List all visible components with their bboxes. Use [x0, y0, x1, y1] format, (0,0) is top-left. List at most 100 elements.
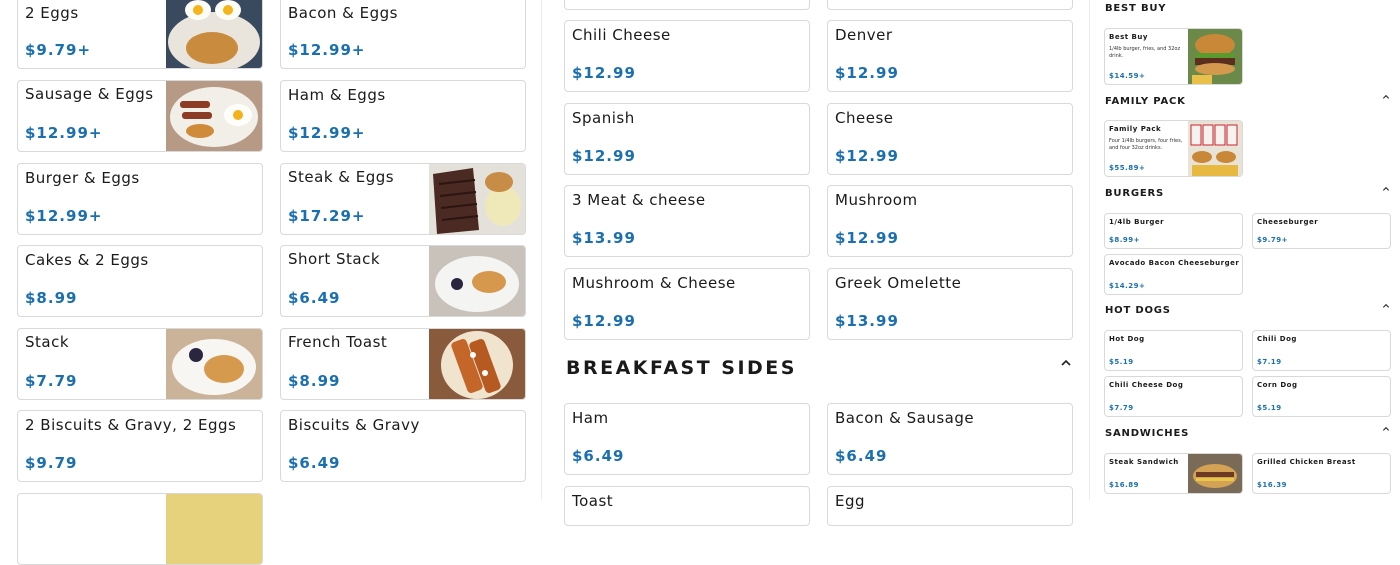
item-name: Steak & Eggs: [288, 168, 395, 186]
item-price: $12.99: [835, 64, 899, 82]
menu-item-card[interactable]: Egg: [827, 486, 1073, 526]
item-photo: [429, 246, 525, 316]
menu-item-card[interactable]: Chili Cheese $12.99: [564, 20, 810, 92]
item-name: 1/4lb Burger: [1109, 218, 1165, 226]
item-name: Chili Cheese Dog: [1109, 381, 1184, 389]
item-name: Grilled Chicken Breast: [1257, 458, 1356, 466]
item-name: Egg: [835, 492, 866, 510]
menu-item-card[interactable]: Ham & Eggs $12.99+: [280, 80, 526, 152]
menu-item-card[interactable]: Burger & Eggs $12.99+: [17, 163, 263, 235]
item-price: $8.99: [288, 372, 341, 390]
column-divider: [541, 0, 542, 500]
item-photo: [429, 164, 525, 234]
menu-item-card[interactable]: French Toast $8.99: [280, 328, 526, 400]
item-name: Cheese: [835, 109, 894, 127]
item-name: Greek Omelette: [835, 274, 962, 292]
item-price: $12.99+: [25, 207, 103, 225]
item-name: Spanish: [572, 109, 635, 127]
menu-item-card[interactable]: Sausage & Eggs $12.99+: [17, 80, 263, 152]
item-price: $12.99: [835, 229, 899, 247]
menu-item-card[interactable]: Mushroom $12.99: [827, 185, 1073, 257]
item-name: Family Pack: [1109, 125, 1162, 133]
item-name: Ham & Eggs: [288, 86, 386, 104]
chevron-up-icon[interactable]: [1382, 185, 1390, 196]
item-name: Bacon & Sausage: [835, 409, 975, 427]
item-photo: [166, 329, 262, 399]
menu-item-card[interactable]: Hot Dog $5.19: [1104, 330, 1243, 371]
menu-item-card[interactable]: Cheese $12.99: [827, 103, 1073, 175]
item-photo: [1188, 29, 1242, 84]
item-description: Four 1/4lb burgers, four fries, and four…: [1109, 138, 1183, 152]
item-name: Avocado Bacon Cheeseburger: [1109, 259, 1240, 267]
item-name: French Toast: [288, 333, 388, 351]
menu-item-card[interactable]: Bacon & Sausage $6.49: [827, 403, 1073, 475]
item-name: Best Buy: [1109, 33, 1148, 41]
item-name: Toast: [572, 492, 614, 510]
section-title-family-pack: FAMILY PACK: [1105, 96, 1186, 107]
chevron-up-icon[interactable]: [1382, 93, 1390, 104]
menu-item-card[interactable]: Greek Omelette $13.99: [827, 268, 1073, 340]
menu-item-card[interactable]: Cakes & 2 Eggs $8.99: [17, 245, 263, 317]
item-price: $7.19: [1257, 358, 1282, 366]
item-name: Chili Dog: [1257, 335, 1297, 343]
section-title-burgers: BURGERS: [1105, 188, 1164, 199]
menu-item-card[interactable]: Stack $7.79: [17, 328, 263, 400]
menu-item-card[interactable]: Denver $12.99: [827, 20, 1073, 92]
menu-item-card[interactable]: Biscuits & Gravy $6.49: [280, 410, 526, 482]
menu-item-card[interactable]: Bacon & Eggs $12.99+: [280, 0, 526, 69]
item-photo: [1188, 121, 1242, 176]
item-price: $6.49: [835, 447, 888, 465]
section-title-hot-dogs: HOT DOGS: [1105, 305, 1171, 316]
item-price: $7.79: [1109, 404, 1134, 412]
menu-item-card[interactable]: Steak & Eggs $17.29+: [280, 163, 526, 235]
item-price: $5.19: [1109, 358, 1134, 366]
menu-item-card[interactable]: Best Buy 1/4lb burger, fries, and 32oz d…: [1104, 28, 1243, 85]
menu-item-card[interactable]: [17, 493, 263, 565]
item-photo: [166, 494, 262, 564]
chevron-up-icon[interactable]: [1060, 357, 1072, 372]
menu-item-card[interactable]: Short Stack $6.49: [280, 245, 526, 317]
item-price: $12.99+: [288, 124, 366, 142]
item-price: $14.59+: [1109, 72, 1146, 80]
item-name: Burger & Eggs: [25, 169, 140, 187]
item-name: Cheeseburger: [1257, 218, 1319, 226]
section-title-best-buy: BEST BUY: [1105, 3, 1167, 14]
menu-item-card[interactable]: Steak Sandwich $16.89: [1104, 453, 1243, 494]
item-price: $5.19: [1257, 404, 1282, 412]
item-price: $12.99: [572, 64, 636, 82]
menu-item-card[interactable]: Mushroom & Cheese $12.99: [564, 268, 810, 340]
menu-item-card[interactable]: Avocado Bacon Cheeseburger $14.29+: [1104, 254, 1243, 295]
item-price: $6.49: [288, 289, 341, 307]
menu-item-card[interactable]: Spanish $12.99: [564, 103, 810, 175]
menu-item-card[interactable]: Grilled Chicken Breast $16.39: [1252, 453, 1391, 494]
menu-item-card[interactable]: 3 Meat & cheese $13.99: [564, 185, 810, 257]
menu-item-card[interactable]: Toast: [564, 486, 810, 526]
item-name: Corn Dog: [1257, 381, 1298, 389]
item-name: Stack: [25, 333, 70, 351]
chevron-up-icon[interactable]: [1382, 302, 1390, 313]
chevron-up-icon[interactable]: [1382, 425, 1390, 436]
item-description: 1/4lb burger, fries, and 32oz drink.: [1109, 46, 1181, 60]
section-title-sandwiches: SANDWICHES: [1105, 428, 1190, 439]
menu-item-card[interactable]: 2 Eggs $9.79+: [17, 0, 263, 69]
menu-item-card[interactable]: 2 Biscuits & Gravy, 2 Eggs $9.79: [17, 410, 263, 482]
item-name: Short Stack: [288, 250, 381, 268]
menu-item-card[interactable]: [564, 0, 810, 10]
item-photo: [166, 0, 262, 68]
item-price: $12.99+: [25, 124, 103, 142]
menu-item-card[interactable]: 1/4lb Burger $8.99+: [1104, 213, 1243, 249]
menu-item-card[interactable]: Family Pack Four 1/4lb burgers, four fri…: [1104, 120, 1243, 177]
item-price: $6.49: [288, 454, 341, 472]
menu-item-card[interactable]: Cheeseburger $9.79+: [1252, 213, 1391, 249]
menu-item-card[interactable]: Corn Dog $5.19: [1252, 376, 1391, 417]
item-price: $9.79+: [1257, 236, 1289, 244]
item-price: $16.89: [1109, 481, 1140, 489]
item-price: $16.39: [1257, 481, 1288, 489]
menu-item-card[interactable]: Ham $6.49: [564, 403, 810, 475]
item-name: Hot Dog: [1109, 335, 1145, 343]
menu-item-card[interactable]: Chili Cheese Dog $7.79: [1104, 376, 1243, 417]
item-price: $12.99+: [288, 41, 366, 59]
menu-item-card[interactable]: Chili Dog $7.19: [1252, 330, 1391, 371]
item-name: 3 Meat & cheese: [572, 191, 706, 209]
menu-item-card[interactable]: [827, 0, 1073, 10]
